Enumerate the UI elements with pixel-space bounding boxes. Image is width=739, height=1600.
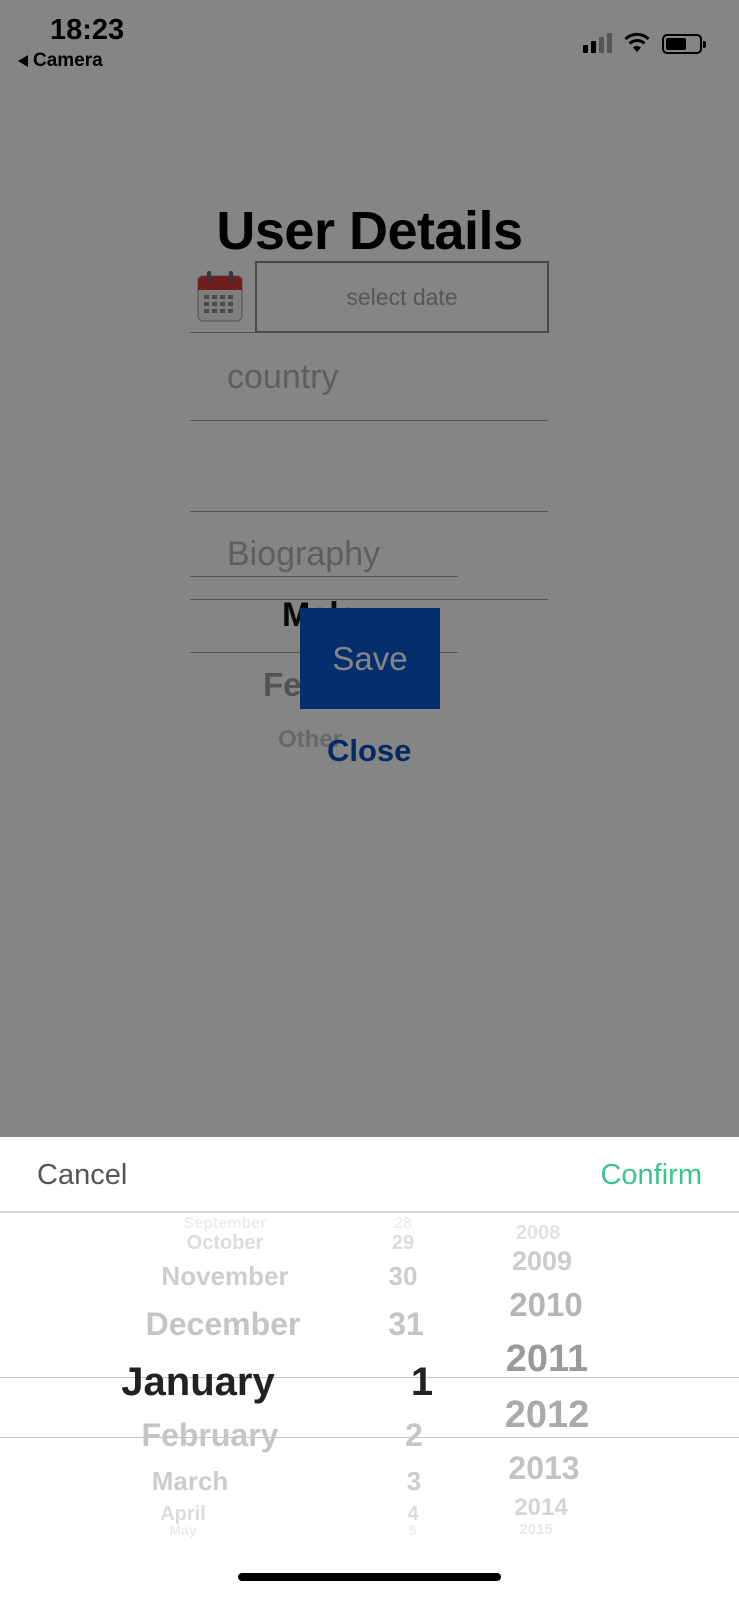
selection-band — [0, 1377, 739, 1438]
year-item[interactable]: 2008 — [516, 1222, 561, 1245]
home-indicator — [238, 1573, 501, 1581]
cancel-button[interactable]: Cancel — [37, 1159, 127, 1192]
day-item[interactable]: 5 — [409, 1522, 417, 1538]
year-item[interactable]: 2010 — [509, 1286, 582, 1324]
month-item[interactable]: February — [142, 1417, 279, 1454]
confirm-button[interactable]: Confirm — [600, 1159, 702, 1192]
day-item-selected[interactable]: 1 — [411, 1360, 433, 1405]
month-item[interactable]: October — [187, 1232, 264, 1255]
month-item[interactable]: November — [161, 1261, 288, 1292]
year-item[interactable]: 2013 — [508, 1450, 579, 1487]
year-item[interactable]: 2009 — [512, 1246, 572, 1277]
modal-backdrop[interactable] — [0, 0, 739, 1137]
day-item[interactable]: 2 — [405, 1417, 423, 1454]
day-item[interactable]: 31 — [388, 1306, 424, 1343]
day-item[interactable]: 28 — [394, 1215, 412, 1233]
year-item[interactable]: 2015 — [519, 1521, 552, 1538]
year-item-selected[interactable]: 2011 — [506, 1338, 588, 1381]
day-item[interactable]: 30 — [389, 1261, 418, 1292]
month-item[interactable]: December — [146, 1306, 301, 1343]
month-item[interactable]: September — [184, 1215, 267, 1233]
picker-toolbar: Cancel Confirm — [0, 1137, 739, 1213]
month-item[interactable]: May — [169, 1522, 196, 1538]
month-item[interactable]: March — [152, 1466, 229, 1497]
year-item[interactable]: 2014 — [514, 1494, 567, 1522]
month-item-selected[interactable]: January — [121, 1360, 274, 1405]
day-item[interactable]: 3 — [407, 1466, 421, 1497]
date-picker-sheet: Cancel Confirm September October Novembe… — [0, 1137, 739, 1600]
day-item[interactable]: 29 — [392, 1232, 414, 1255]
year-item[interactable]: 2012 — [505, 1394, 590, 1437]
